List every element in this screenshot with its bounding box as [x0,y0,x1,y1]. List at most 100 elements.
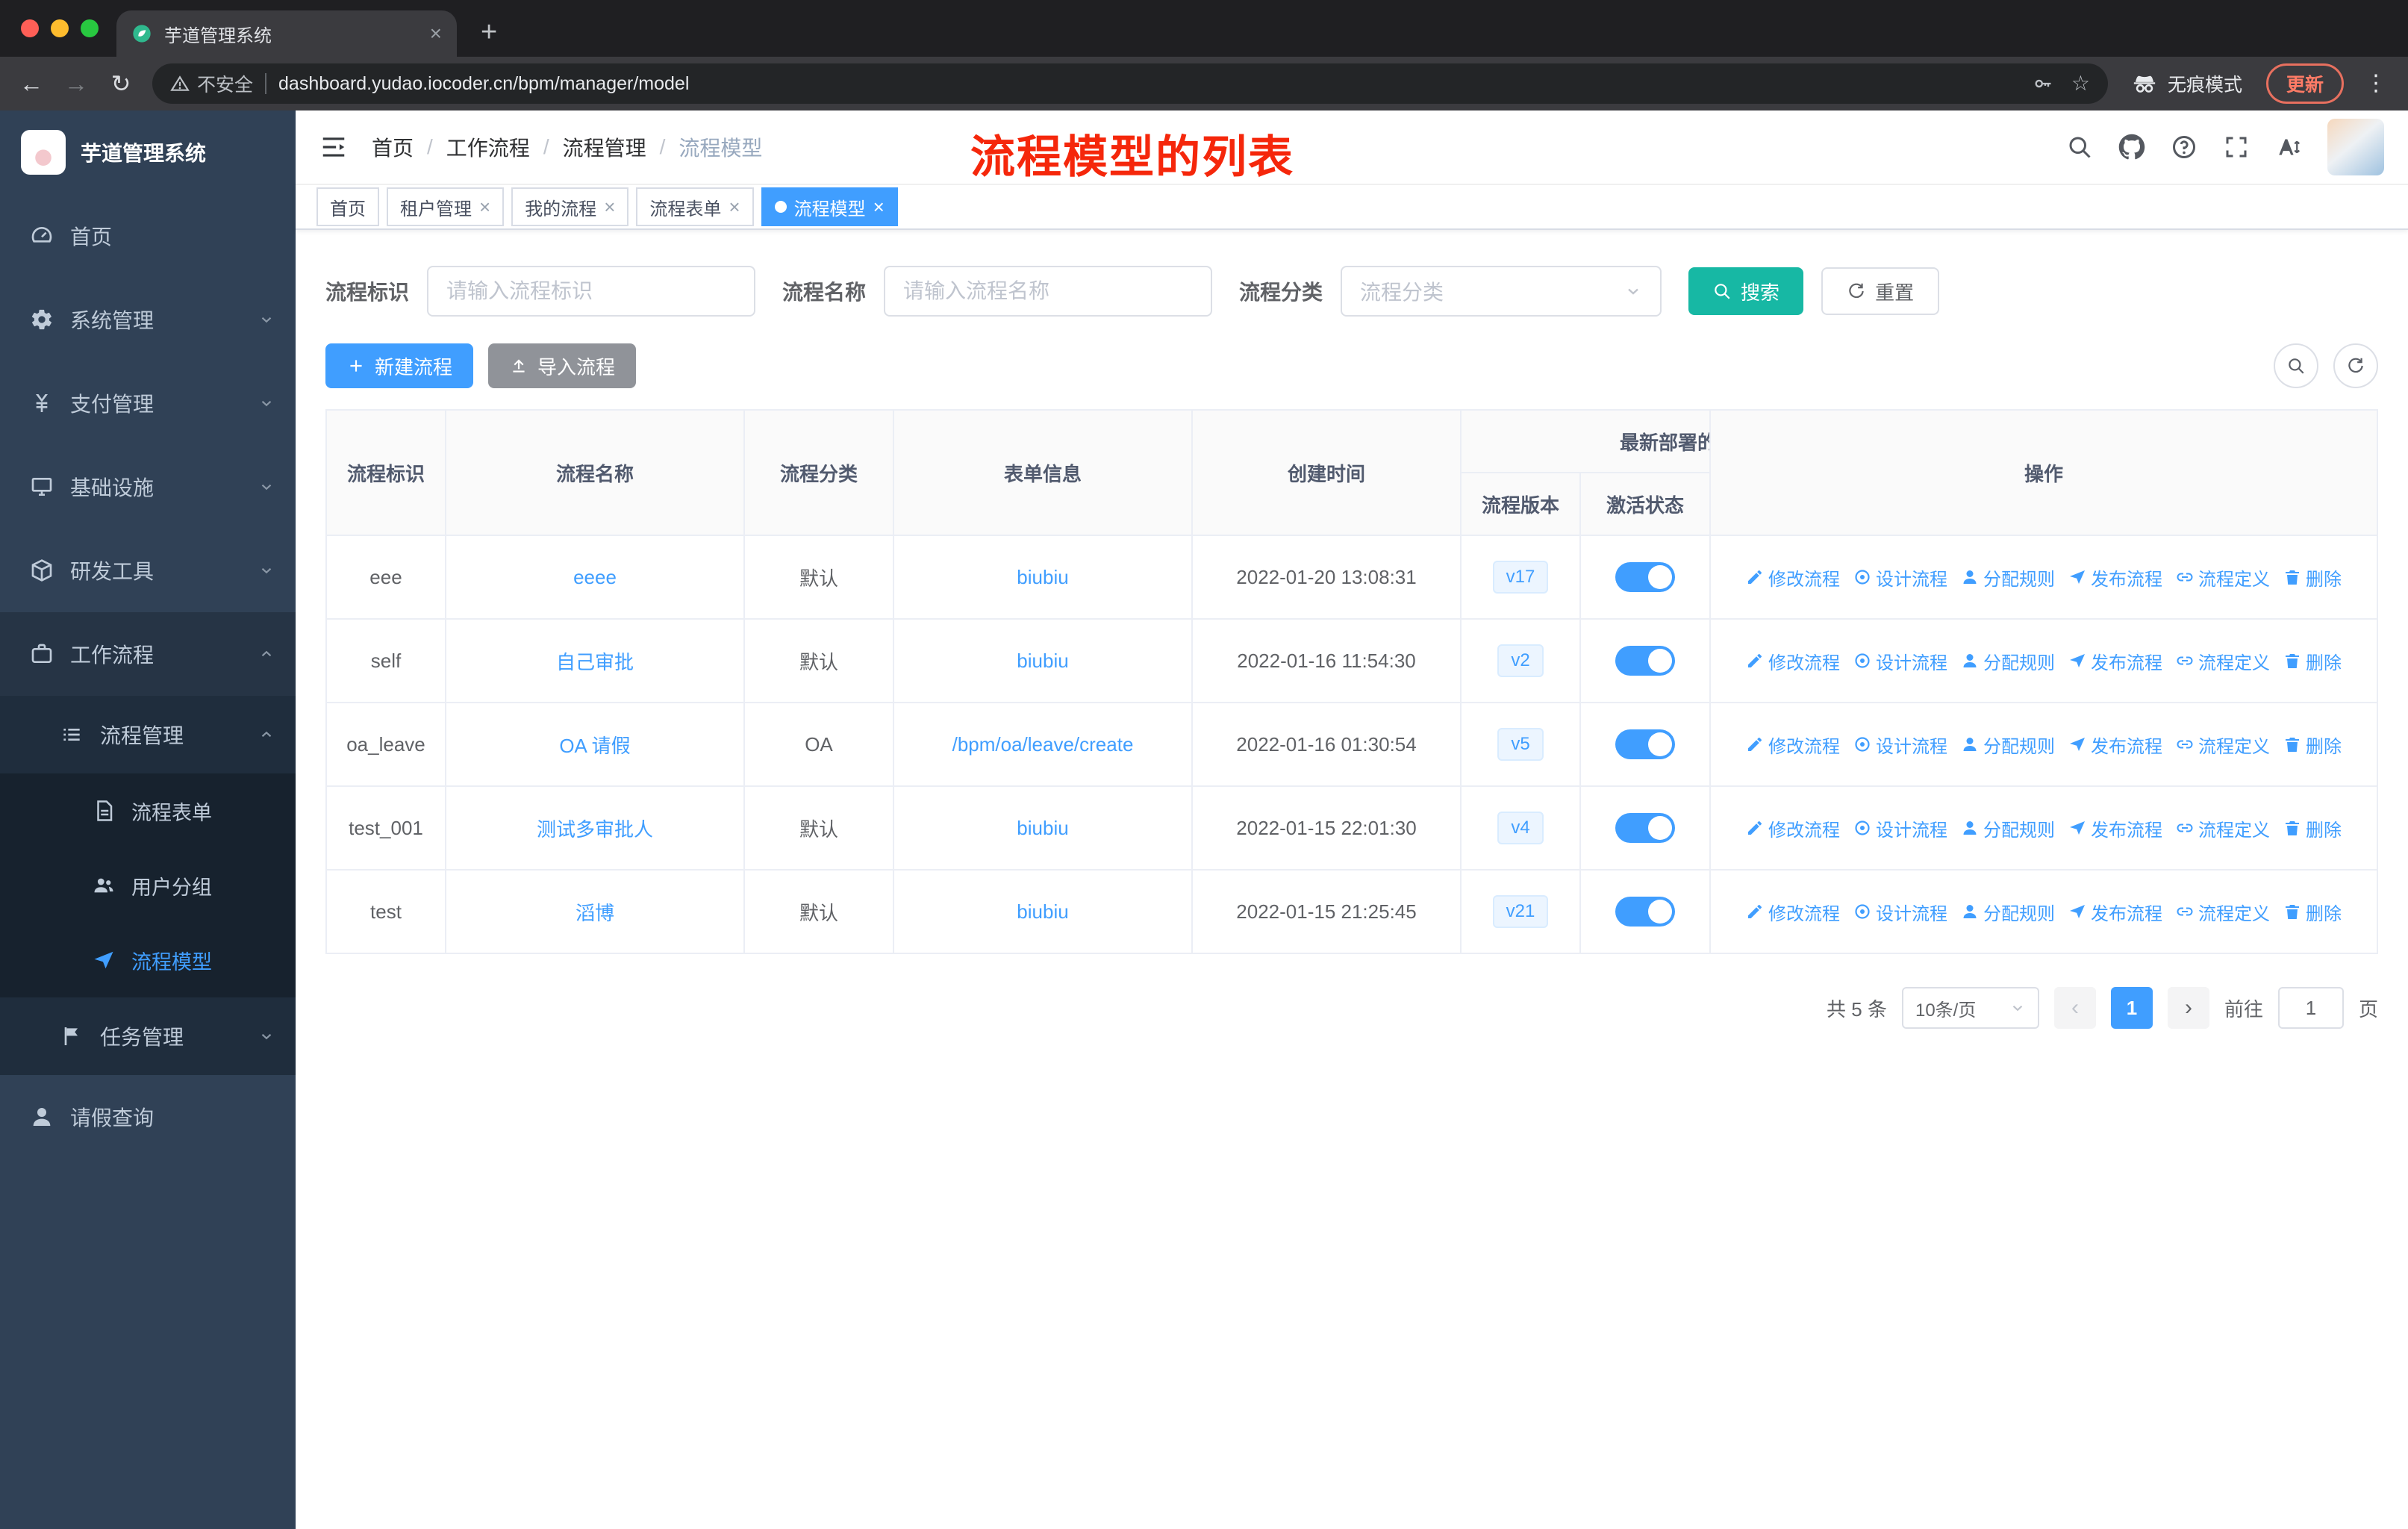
process-name-link[interactable]: 滔博 [576,902,614,924]
sidebar-item-leave-query[interactable]: 请假查询 [0,1075,296,1159]
active-toggle[interactable] [1615,897,1675,927]
breadcrumb-item[interactable]: 工作流程 [446,132,530,162]
action-trash-link[interactable]: 删除 [2283,732,2342,758]
form-info-link[interactable]: biubiu [1017,650,1068,672]
action-design-link[interactable]: 设计流程 [1853,899,1947,925]
action-link-link[interactable]: 流程定义 [2176,564,2270,591]
action-user-link[interactable]: 分配规则 [1961,815,2055,841]
process-name-input[interactable] [884,266,1213,317]
reset-button[interactable]: 重置 [1821,267,1940,315]
process-name-link[interactable]: eeee [573,566,617,588]
search-icon[interactable] [2066,134,2093,161]
active-toggle[interactable] [1615,562,1675,592]
tab-tag[interactable]: 首页 [316,187,379,226]
update-button[interactable]: 更新 [2265,63,2344,104]
page-size-select[interactable]: 10条/页 [1901,987,2039,1029]
action-user-link[interactable]: 分配规则 [1961,732,2055,758]
sidebar-item-task-mgmt[interactable]: 任务管理 [0,997,296,1075]
refresh-table-button[interactable] [2333,343,2378,388]
tag-close-icon[interactable]: × [604,197,615,217]
browser-tab[interactable]: 芋道管理系统 × [116,10,457,57]
security-chip[interactable]: 不安全 [170,70,253,97]
action-user-link[interactable]: 分配规则 [1961,899,2055,925]
import-process-button[interactable]: 导入流程 [488,343,637,388]
tab-tag[interactable]: 我的流程 × [511,187,629,226]
action-trash-link[interactable]: 删除 [2283,815,2342,841]
active-toggle[interactable] [1615,729,1675,759]
form-info-link[interactable]: biubiu [1017,566,1068,588]
action-link-link[interactable]: 流程定义 [2176,899,2270,925]
active-toggle[interactable] [1615,646,1675,676]
app-logo[interactable]: 芋道管理系统 [0,110,296,194]
process-name-link[interactable]: OA 请假 [559,735,630,757]
action-edit-link[interactable]: 修改流程 [1746,564,1840,591]
action-edit-link[interactable]: 修改流程 [1746,648,1840,674]
action-user-link[interactable]: 分配规则 [1961,648,2055,674]
minimize-window-button[interactable] [51,19,69,37]
tab-tag[interactable]: 流程表单 × [636,187,754,226]
sidebar-item-process-model[interactable]: 流程模型 [0,923,296,997]
sidebar-item-infrastructure[interactable]: 基础设施 [0,445,296,529]
tag-close-icon[interactable]: × [479,197,490,217]
help-icon[interactable] [2171,134,2198,161]
sidebar-item-devtools[interactable]: 研发工具 [0,529,296,612]
process-key-input[interactable] [427,266,756,317]
goto-page-input[interactable] [2277,987,2344,1029]
form-info-link[interactable]: biubiu [1017,900,1068,923]
github-icon[interactable] [2118,134,2145,161]
action-design-link[interactable]: 设计流程 [1853,732,1947,758]
tag-close-icon[interactable]: × [873,197,885,217]
action-trash-link[interactable]: 删除 [2283,564,2342,591]
action-edit-link[interactable]: 修改流程 [1746,899,1840,925]
sidebar-item-user-group[interactable]: 用户分组 [0,848,296,923]
new-tab-button[interactable]: + [481,18,497,46]
fullscreen-icon[interactable] [2223,134,2250,161]
action-send-link[interactable]: 发布流程 [2068,899,2162,925]
process-name-link[interactable]: 测试多审批人 [537,818,653,841]
avatar[interactable] [2327,119,2384,175]
tag-close-icon[interactable]: × [729,197,740,217]
breadcrumb-item[interactable]: 流程管理 [563,132,646,162]
search-button[interactable]: 搜索 [1688,267,1804,315]
category-select[interactable]: 流程分类 [1341,266,1662,317]
tab-tag[interactable]: 租户管理 × [387,187,505,226]
sidebar-item-payment[interactable]: 支付管理 [0,361,296,445]
action-user-link[interactable]: 分配规则 [1961,564,2055,591]
toggle-search-button[interactable] [2274,343,2318,388]
address-bar[interactable]: 不安全 dashboard.yudao.iocoder.cn/bpm/manag… [152,63,2108,104]
action-edit-link[interactable]: 修改流程 [1746,732,1840,758]
action-send-link[interactable]: 发布流程 [2068,564,2162,591]
sidebar-item-process-form[interactable]: 流程表单 [0,773,296,848]
zoom-window-button[interactable] [81,19,99,37]
sidebar-fold-icon[interactable] [319,133,348,161]
sidebar-item-system[interactable]: 系统管理 [0,278,296,361]
prev-page-button[interactable]: ‹ [2053,987,2096,1029]
close-window-button[interactable] [21,19,39,37]
create-process-button[interactable]: 新建流程 [325,343,474,388]
action-trash-link[interactable]: 删除 [2283,648,2342,674]
process-name-link[interactable]: 自己审批 [556,651,634,673]
forward-button[interactable]: → [63,72,90,96]
active-toggle[interactable] [1615,813,1675,843]
action-design-link[interactable]: 设计流程 [1853,564,1947,591]
form-info-link[interactable]: /bpm/oa/leave/create [952,733,1134,756]
sidebar-item-process-mgmt[interactable]: 流程管理 [0,696,296,773]
action-link-link[interactable]: 流程定义 [2176,732,2270,758]
action-design-link[interactable]: 设计流程 [1853,815,1947,841]
browser-menu-icon[interactable]: ⋮ [2365,72,2387,95]
page-number-1[interactable]: 1 [2110,987,2153,1029]
reload-button[interactable]: ↻ [107,72,134,96]
key-icon[interactable] [2033,73,2053,94]
action-send-link[interactable]: 发布流程 [2068,648,2162,674]
action-send-link[interactable]: 发布流程 [2068,815,2162,841]
tab-close-icon[interactable]: × [430,23,442,44]
action-design-link[interactable]: 设计流程 [1853,648,1947,674]
next-page-button[interactable]: › [2167,987,2209,1029]
action-link-link[interactable]: 流程定义 [2176,815,2270,841]
back-button[interactable]: ← [18,72,45,96]
breadcrumb-item[interactable]: 首页 [372,132,414,162]
fontsize-icon[interactable] [2275,134,2302,161]
form-info-link[interactable]: biubiu [1017,817,1068,839]
action-send-link[interactable]: 发布流程 [2068,732,2162,758]
sidebar-item-home[interactable]: 首页 [0,194,296,278]
